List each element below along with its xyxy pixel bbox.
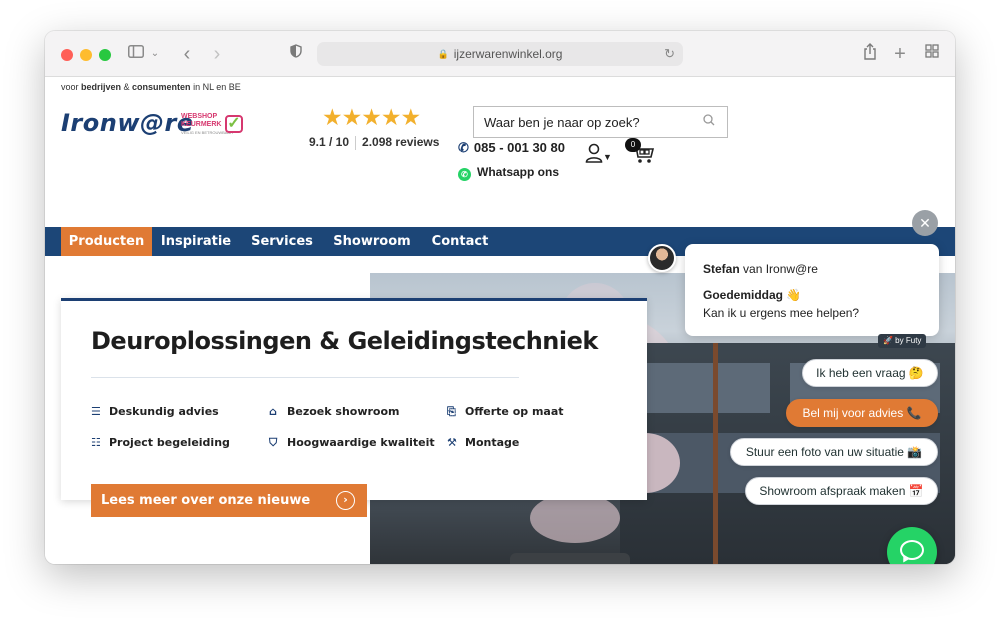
- caret-down-icon: ▼: [603, 152, 612, 162]
- quote-file-icon: ⎘: [447, 405, 456, 418]
- hero-card: Deuroplossingen & Geleidingstechniek ☰ De…: [61, 298, 647, 500]
- minimize-window-button[interactable]: [80, 49, 92, 61]
- hero-title: Deuroplossingen & Geleidingstechniek: [91, 327, 598, 355]
- nav-item-producten[interactable]: Producten: [61, 227, 152, 256]
- search-placeholder: Waar ben je naar op zoek?: [484, 115, 640, 130]
- nav-item-inspiratie[interactable]: Inspiratie: [156, 227, 236, 256]
- divider: [91, 377, 519, 378]
- shield-check-icon: ⛉: [269, 436, 278, 449]
- chat-option-showroom-appointment[interactable]: Showroom afspraak maken 📅: [745, 477, 938, 505]
- team-icon: ☷: [91, 436, 101, 449]
- lock-icon: 🔒: [437, 48, 449, 59]
- chat-greeting: Goedemiddag 👋: [703, 288, 802, 302]
- feature-montage: ⚒ Montage: [447, 436, 520, 449]
- list-icon: ☰: [91, 405, 101, 418]
- chat-close-button[interactable]: ✕: [912, 210, 938, 236]
- forward-icon[interactable]: ›: [207, 43, 227, 65]
- arrow-right-icon: ›: [336, 491, 355, 510]
- nav-item-showroom[interactable]: Showroom: [329, 227, 415, 256]
- browser-toolbar: ⌄ ‹ › 🔒 ijzerwarenwinkel.org ↻ +: [45, 31, 955, 77]
- browser-window: ⌄ ‹ › 🔒 ijzerwarenwinkel.org ↻ + voor be…: [45, 31, 955, 564]
- webpage: voor bedrijven & consumenten in NL en BE…: [45, 77, 955, 564]
- feature-deskundig-advies: ☰ Deskundig advies: [91, 405, 219, 418]
- feature-project-begeleiding: ☷ Project begeleiding: [91, 436, 230, 449]
- back-icon[interactable]: ‹: [177, 43, 197, 65]
- url-text: ijzerwarenwinkel.org: [453, 47, 563, 61]
- feature-hoogwaardige-kwaliteit: ⛉ Hoogwaardige kwaliteit: [269, 436, 435, 449]
- whatsapp-icon: ✆: [458, 168, 471, 181]
- user-icon: [585, 143, 603, 163]
- cart-button[interactable]: 0: [625, 138, 655, 169]
- sidebar-icon[interactable]: [127, 43, 145, 65]
- cart-count-badge: 0: [625, 138, 641, 152]
- address-bar[interactable]: 🔒 ijzerwarenwinkel.org ↻: [317, 42, 683, 66]
- agent-name: Stefan: [703, 262, 740, 276]
- zoom-window-button[interactable]: [99, 49, 111, 61]
- chat-question: Kan ik u ergens mee helpen?: [703, 306, 860, 320]
- chat-message: Stefan van Ironw@re Goedemiddag 👋 Kan ik…: [685, 244, 939, 336]
- futy-brand[interactable]: 🚀 by Futy: [878, 334, 927, 348]
- showroom-cta-button[interactable]: Lees meer over onze nieuwe showroom ›: [91, 484, 367, 541]
- feature-bezoek-showroom: ⌂ Bezoek showroom: [269, 405, 400, 418]
- close-window-button[interactable]: [61, 49, 73, 61]
- chat-option-question[interactable]: Ik heb een vraag 🤔: [802, 359, 938, 387]
- chat-option-send-photo[interactable]: Stuur een foto van uw situatie 📸: [730, 438, 938, 466]
- rating-score: 9.1 / 10: [309, 135, 350, 149]
- nav-item-services[interactable]: Services: [245, 227, 319, 256]
- tabs-overview-icon[interactable]: [923, 43, 941, 65]
- chat-option-call-me[interactable]: Bel mij voor advies 📞: [786, 399, 938, 427]
- webshop-keurmerk-badge[interactable]: WEBSHOP KEURMERK VEILIG EN BETROUWBAAR ✓: [181, 113, 247, 139]
- agent-avatar: [648, 244, 676, 272]
- account-menu[interactable]: ▼: [585, 143, 612, 169]
- rating-stars[interactable]: ★★★★★: [322, 104, 421, 131]
- search-icon[interactable]: [703, 114, 715, 129]
- phone-icon: ✆: [458, 140, 469, 155]
- nav-item-contact[interactable]: Contact: [425, 227, 495, 256]
- reload-icon[interactable]: ↻: [664, 46, 675, 62]
- tagline: voor bedrijven & consumenten in NL en BE: [61, 82, 241, 92]
- phone-link[interactable]: ✆ 085 - 001 30 80: [458, 140, 565, 156]
- warehouse-icon: ⌂: [269, 405, 277, 418]
- shield-icon[interactable]: [288, 43, 304, 65]
- whatsapp-link[interactable]: ✆ Whatsapp ons: [458, 165, 559, 181]
- feature-offerte-op-maat: ⎘ Offerte op maat: [447, 405, 564, 418]
- search-input[interactable]: Waar ben je naar op zoek?: [473, 106, 728, 138]
- rating-reviews: 2.098 reviews: [362, 135, 440, 149]
- share-icon[interactable]: [861, 43, 879, 65]
- rating-summary[interactable]: 9.1 / 10 2.098 reviews: [309, 135, 439, 150]
- chevron-down-icon[interactable]: ⌄: [149, 43, 161, 65]
- wrench-icon: ⚒: [447, 436, 457, 449]
- checkmark-icon: ✓: [225, 115, 243, 133]
- new-tab-icon[interactable]: +: [891, 43, 909, 65]
- site-logo[interactable]: Ironw@re: [61, 109, 194, 137]
